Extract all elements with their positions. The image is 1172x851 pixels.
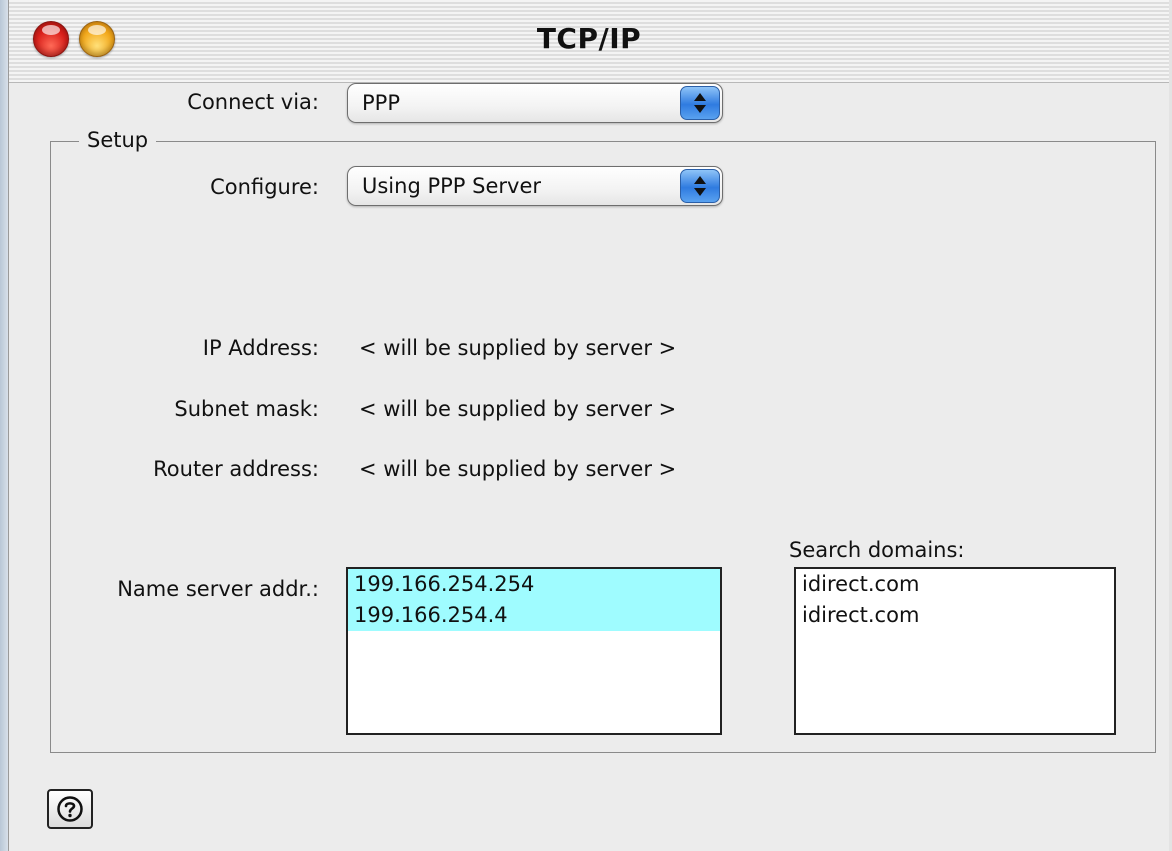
router-address-value: < will be supplied by server > bbox=[359, 457, 677, 481]
configure-label: Configure: bbox=[210, 175, 319, 199]
ip-address-label: IP Address: bbox=[202, 336, 319, 360]
question-circle-icon bbox=[57, 796, 83, 822]
name-server-list[interactable]: 199.166.254.254 199.166.254.4 bbox=[346, 567, 722, 735]
configure-popup[interactable]: Using PPP Server bbox=[347, 166, 723, 206]
subnet-mask-value: < will be supplied by server > bbox=[359, 397, 677, 421]
window-title: TCP/IP bbox=[536, 22, 642, 55]
list-item[interactable]: 199.166.254.4 bbox=[348, 600, 720, 631]
list-item[interactable]: idirect.com bbox=[796, 569, 1114, 600]
connect-via-popup[interactable]: PPP bbox=[347, 83, 723, 123]
connect-via-value: PPP bbox=[362, 91, 400, 115]
setup-group-title: Setup bbox=[79, 128, 157, 152]
popup-arrows-icon bbox=[680, 169, 720, 203]
search-domains-label: Search domains: bbox=[789, 538, 965, 562]
name-server-label: Name server addr.: bbox=[117, 577, 319, 601]
popup-arrows-icon bbox=[680, 86, 720, 120]
subnet-mask-label: Subnet mask: bbox=[174, 397, 319, 421]
window-content: Connect via: PPP Setup Configure: Using … bbox=[9, 83, 1169, 851]
router-address-label: Router address: bbox=[153, 457, 319, 481]
tcpip-window: TCP/IP Connect via: PPP Setup Configure:… bbox=[8, 0, 1169, 851]
search-domains-list[interactable]: idirect.com idirect.com bbox=[794, 567, 1116, 735]
connect-via-label: Connect via: bbox=[187, 90, 319, 114]
configure-value: Using PPP Server bbox=[362, 174, 541, 198]
ip-address-value: < will be supplied by server > bbox=[359, 336, 677, 360]
list-item[interactable]: idirect.com bbox=[796, 600, 1114, 631]
help-button[interactable] bbox=[47, 789, 93, 829]
title-bar[interactable]: TCP/IP bbox=[9, 0, 1169, 83]
list-item[interactable]: 199.166.254.254 bbox=[348, 569, 720, 600]
